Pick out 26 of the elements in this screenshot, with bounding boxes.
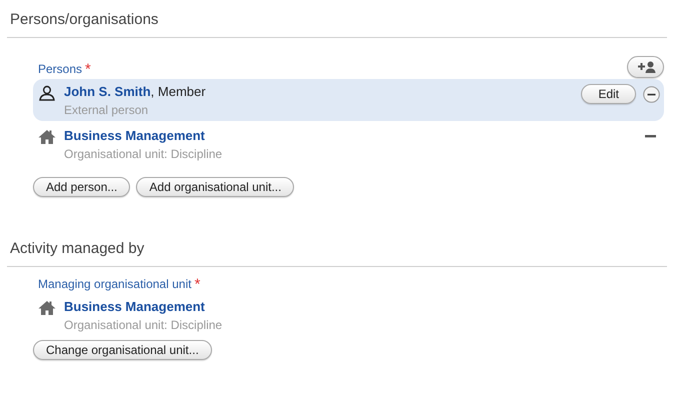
list-row[interactable]: Business Management Organisational unit: Discipline [33,123,664,165]
section-title: Persons/organisations [10,11,158,28]
remove-circle-icon[interactable] [643,86,660,102]
section-title: Activity managed by [10,240,144,257]
entry-subtitle: Organisational unit: Discipline [64,146,224,162]
role-text: , Member [150,83,206,101]
person-outline-icon [38,85,56,101]
entry-subtitle: Organisational unit: Discipline [64,317,224,333]
entry-name-link[interactable]: Business Management [64,127,205,145]
required-mark: * [85,62,91,76]
action-button[interactable]: Add person... [33,177,130,197]
add-person-button[interactable] [627,56,664,78]
field-label: Persons [38,61,82,78]
entry-name-link[interactable]: John S. Smith [64,83,151,101]
entry-subtitle: External person [64,102,150,118]
action-button[interactable]: Change organisational unit... [33,340,212,360]
list-row[interactable]: Business Management Organisational unit: Discipline [33,294,664,336]
entry-name-link[interactable]: Business Management [64,298,205,316]
field-label: Managing organisational unit [38,276,192,293]
remove-icon[interactable] [645,135,656,138]
selected-list-row[interactable]: John S. Smith, Member External person Edit [33,79,664,121]
house-icon [38,300,56,316]
required-mark: * [194,276,200,292]
action-button[interactable]: Add organisational unit... [136,177,294,197]
house-icon [38,129,56,145]
edit-button[interactable]: Edit [581,84,636,104]
